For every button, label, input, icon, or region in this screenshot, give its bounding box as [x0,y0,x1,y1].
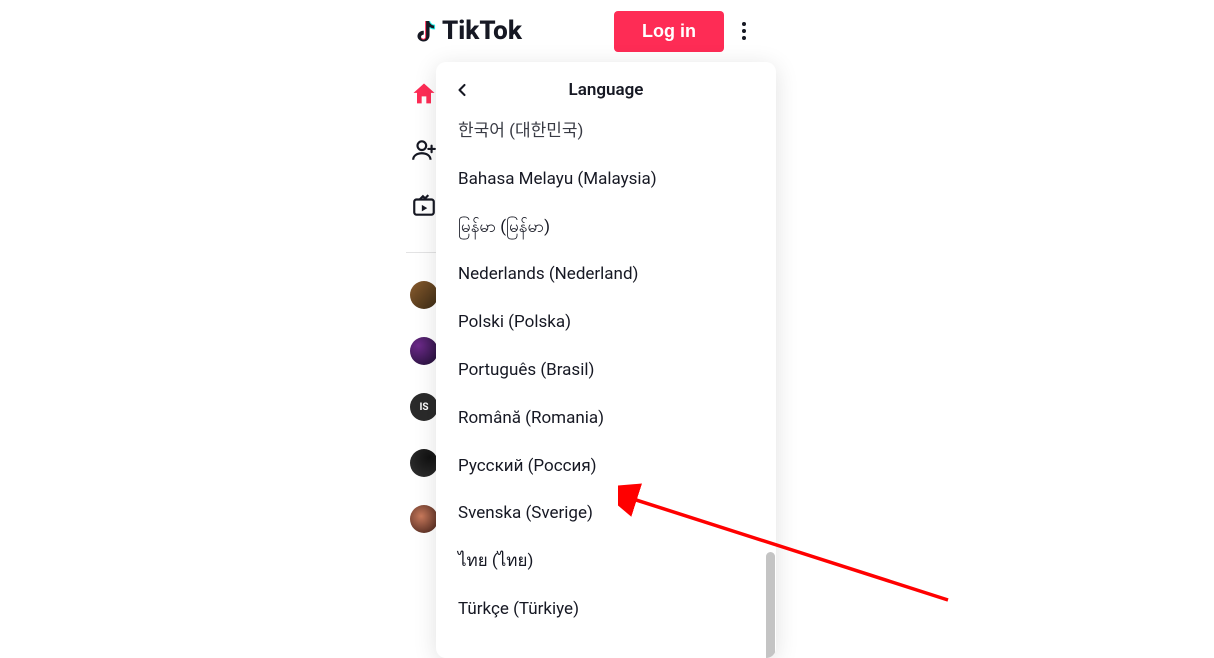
language-option[interactable]: မြန်မာ (မြန်မာ) [458,204,754,252]
language-option[interactable]: Русский (Россия) [458,443,754,491]
tiktok-logo-icon [408,16,438,46]
language-option[interactable]: Polski (Polska) [458,299,754,347]
language-list[interactable]: 한국어 (대한민국) Bahasa Melayu (Malaysia) မြန်… [436,118,776,658]
language-option[interactable]: 한국어 (대한민국) [458,118,754,156]
avatar[interactable] [410,337,438,365]
dot-icon [742,22,746,26]
header-actions: Log in [614,11,752,52]
language-option[interactable]: Türkçe (Türkiye) [458,586,754,622]
following-icon[interactable] [410,136,438,164]
live-icon[interactable] [410,192,438,220]
avatar[interactable]: IS [410,393,438,421]
home-icon[interactable] [410,80,438,108]
dot-icon [742,36,746,40]
avatar[interactable] [410,505,438,533]
dropdown-header: Language [436,62,776,118]
tiktok-logo-text: TikTok [442,16,522,46]
avatar[interactable] [410,449,438,477]
language-option[interactable]: Bahasa Melayu (Malaysia) [458,156,754,204]
scrollbar-thumb[interactable] [766,552,775,658]
language-option[interactable]: Português (Brasil) [458,347,754,395]
back-button[interactable] [450,78,474,102]
language-option[interactable]: ไทย (ไทย) [458,538,754,586]
app-header: TikTok Log in [400,0,760,62]
avatar[interactable] [410,281,438,309]
dot-icon [742,29,746,33]
dropdown-title: Language [569,80,644,100]
language-option[interactable]: Nederlands (Nederland) [458,251,754,299]
login-button[interactable]: Log in [614,11,724,52]
language-option[interactable]: Română (Romania) [458,395,754,443]
language-dropdown: Language 한국어 (대한민국) Bahasa Melayu (Malay… [436,62,776,658]
tiktok-logo[interactable]: TikTok [408,16,522,46]
more-menu-button[interactable] [736,16,752,46]
language-option[interactable]: Svenska (Sverige) [458,490,754,538]
